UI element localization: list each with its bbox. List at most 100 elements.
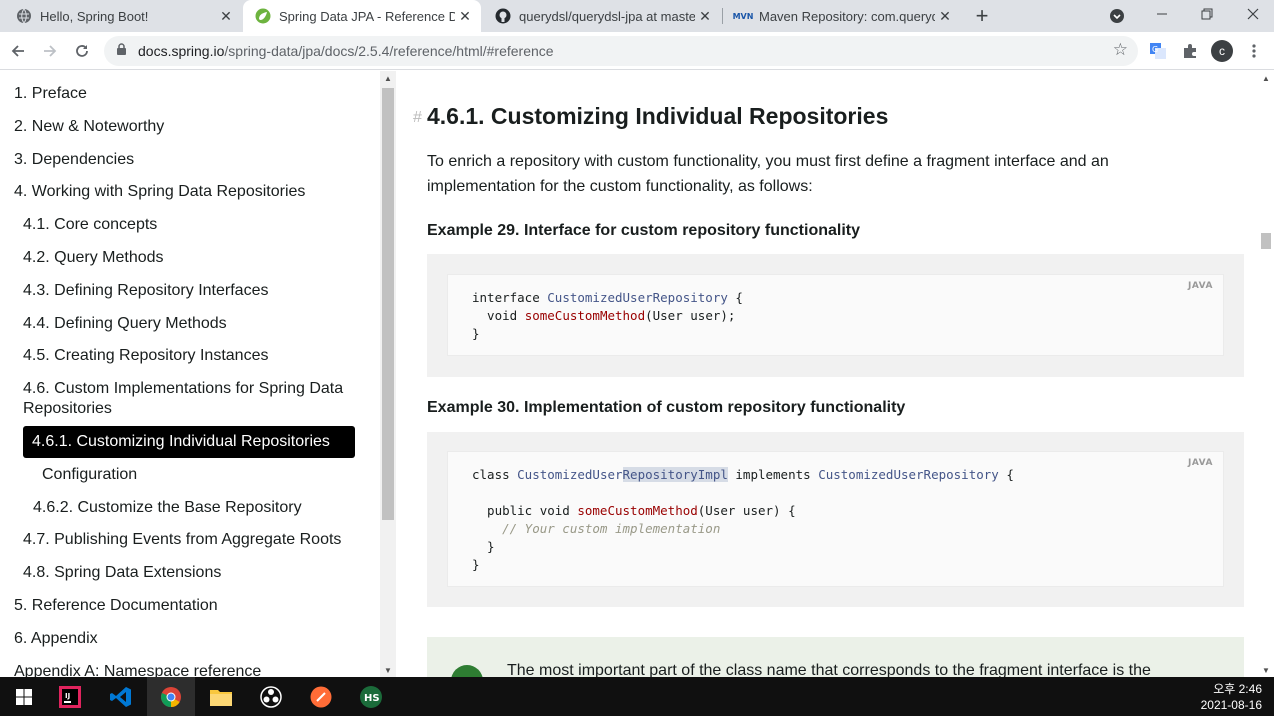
- main-content: # 4.6.1. Customizing Individual Reposito…: [396, 71, 1258, 677]
- vscode-icon[interactable]: [97, 677, 145, 716]
- admonition-text: The most important part of the class nam…: [507, 662, 1151, 677]
- windows-taskbar: IJ HS 오후 2:46 2021-08-16: [0, 677, 1274, 716]
- toc-item-defining-query-methods[interactable]: 4.4. Defining Query Methods: [23, 314, 227, 334]
- intellij-icon[interactable]: IJ: [46, 677, 94, 716]
- toc-item-preface[interactable]: 1. Preface: [14, 84, 87, 104]
- toc-item-customizing-individual-active[interactable]: 4.6.1. Customizing Individual Repositori…: [23, 426, 355, 458]
- obs-icon[interactable]: [247, 677, 295, 716]
- close-icon[interactable]: ✕: [455, 6, 475, 26]
- forward-icon[interactable]: [36, 37, 64, 65]
- extensions-icon[interactable]: [1176, 37, 1204, 65]
- toc-item-query-methods[interactable]: 4.2. Query Methods: [23, 248, 164, 268]
- tab-title: querydsl/querydsl-jpa at master: [519, 8, 695, 24]
- postman-icon[interactable]: [297, 677, 345, 716]
- toc-item-working-with-repos[interactable]: 4. Working with Spring Data Repositories: [14, 182, 305, 202]
- toc-item-custom-implementations-cont[interactable]: Repositories: [23, 399, 112, 419]
- scroll-down-arrow-icon[interactable]: ▼: [384, 666, 392, 675]
- svg-text:IJ: IJ: [65, 692, 70, 700]
- tab-hello-spring-boot[interactable]: Hello, Spring Boot! ✕: [4, 0, 242, 32]
- toc-item-custom-implementations[interactable]: 4.6. Custom Implementations for Spring D…: [23, 379, 343, 399]
- code-line: interface CustomizedUserRepository {: [472, 290, 743, 305]
- mvn-icon: MVN: [732, 11, 754, 21]
- example-30-title: Example 30. Implementation of custom rep…: [427, 399, 906, 416]
- code-line: }: [472, 326, 480, 341]
- tab-bar: Hello, Spring Boot! ✕ Spring Data JPA - …: [0, 0, 1274, 32]
- toc-item-defining-repo-interfaces[interactable]: 4.3. Defining Repository Interfaces: [23, 281, 268, 301]
- browser-toolbar: docs.spring.io/spring-data/jpa/docs/2.5.…: [0, 32, 1274, 70]
- tip-admonition: The most important part of the class nam…: [427, 637, 1244, 677]
- language-label: JAVA: [1187, 281, 1213, 291]
- anchor-hash-link[interactable]: #: [413, 109, 422, 127]
- sidebar-scrollbar-thumb[interactable]: [382, 88, 394, 520]
- tab-title: Maven Repository: com.queryds: [759, 8, 935, 24]
- text-selection-highlight: RepositoryImpl: [622, 467, 728, 482]
- intro-paragraph-line1: To enrich a repository with custom funct…: [427, 153, 1109, 170]
- toc-item-core-concepts[interactable]: 4.1. Core concepts: [23, 215, 157, 235]
- lock-icon[interactable]: [116, 43, 130, 59]
- new-tab-button[interactable]: +: [968, 2, 996, 30]
- profile-avatar[interactable]: c: [1208, 37, 1236, 65]
- close-icon[interactable]: ✕: [935, 6, 955, 26]
- restore-icon[interactable]: [1193, 0, 1221, 28]
- file-explorer-icon[interactable]: [197, 677, 245, 716]
- svg-text:G: G: [1152, 45, 1158, 54]
- windows-start-icon[interactable]: [0, 677, 48, 716]
- page-scrollbar[interactable]: ▲ ▼: [1258, 71, 1274, 677]
- system-clock[interactable]: 오후 2:46 2021-08-16: [1201, 681, 1262, 713]
- toc-item-publishing-events[interactable]: 4.7. Publishing Events from Aggregate Ro…: [23, 530, 341, 550]
- chrome-icon[interactable]: [147, 677, 195, 716]
- svg-text:HS: HS: [364, 693, 380, 704]
- menu-kebab-icon[interactable]: [1240, 37, 1268, 65]
- code-block[interactable]: JAVA interface CustomizedUserRepository …: [447, 274, 1224, 356]
- code-line: class CustomizedUserRepositoryImpl imple…: [472, 467, 1014, 482]
- language-label: JAVA: [1187, 458, 1213, 468]
- hs-icon[interactable]: HS: [347, 677, 395, 716]
- toc-item-dependencies[interactable]: 3. Dependencies: [14, 150, 134, 170]
- back-icon[interactable]: [4, 37, 32, 65]
- tab-title: Hello, Spring Boot!: [40, 8, 149, 24]
- sidebar-scrollbar[interactable]: ▲ ▼: [380, 71, 396, 677]
- toc-item-spring-data-extensions[interactable]: 4.8. Spring Data Extensions: [23, 563, 221, 583]
- toc-item-appendix[interactable]: 6. Appendix: [14, 629, 98, 649]
- code-line: }: [472, 557, 480, 572]
- tab-spring-data-jpa[interactable]: Spring Data JPA - Reference Do ✕: [243, 0, 481, 32]
- bookmark-star-icon[interactable]: ☆: [1113, 40, 1128, 60]
- code-line: }: [472, 539, 495, 554]
- tab-title: Spring Data JPA - Reference Do: [279, 8, 455, 24]
- close-icon[interactable]: ✕: [695, 6, 715, 26]
- intro-paragraph-line2: implementation for the custom functional…: [427, 178, 813, 195]
- scroll-up-arrow-icon[interactable]: ▲: [384, 74, 392, 83]
- globe-icon: [16, 8, 32, 24]
- section-heading: 4.6.1. Customizing Individual Repositori…: [427, 103, 889, 129]
- example-29-title: Example 29. Interface for custom reposit…: [427, 222, 860, 239]
- minimize-icon[interactable]: [1148, 0, 1176, 28]
- toc-item-reference-documentation[interactable]: 5. Reference Documentation: [14, 596, 218, 616]
- code-line: void someCustomMethod(User user);: [472, 308, 736, 323]
- clock-date: 2021-08-16: [1200, 698, 1262, 712]
- tab-querydsl-github[interactable]: querydsl/querydsl-jpa at master ✕: [483, 0, 721, 32]
- toc-item-configuration[interactable]: Configuration: [42, 465, 137, 485]
- toc-item-namespace-reference[interactable]: Appendix A: Namespace reference: [14, 662, 261, 677]
- close-window-icon[interactable]: [1239, 0, 1267, 28]
- example-30-block: JAVA class CustomizedUserRepositoryImpl …: [427, 432, 1244, 607]
- tab-search-dropdown-icon[interactable]: [1103, 2, 1131, 30]
- scroll-down-arrow-icon[interactable]: ▼: [1262, 666, 1270, 675]
- example-29-block: JAVA interface CustomizedUserRepository …: [427, 254, 1244, 377]
- toc-item-creating-repo-instances[interactable]: 4.5. Creating Repository Instances: [23, 346, 268, 366]
- code-block[interactable]: JAVA class CustomizedUserRepositoryImpl …: [447, 451, 1224, 587]
- toc-item-new-noteworthy[interactable]: 2. New & Noteworthy: [14, 117, 164, 137]
- tab-maven-repository[interactable]: MVN Maven Repository: com.queryds ✕: [723, 0, 961, 32]
- spring-leaf-icon: [255, 8, 271, 24]
- github-icon: [495, 8, 511, 24]
- toc-item-customize-base-repo[interactable]: 4.6.2. Customize the Base Repository: [33, 498, 302, 518]
- tip-icon: [451, 665, 483, 677]
- page-scrollbar-thumb[interactable]: [1261, 233, 1271, 249]
- code-line: public void someCustomMethod(User user) …: [472, 503, 796, 518]
- address-bar[interactable]: docs.spring.io/spring-data/jpa/docs/2.5.…: [104, 36, 1138, 66]
- clock-time: 오후 2:46: [1213, 682, 1262, 696]
- scroll-up-arrow-icon[interactable]: ▲: [1262, 74, 1270, 83]
- reload-icon[interactable]: [68, 37, 96, 65]
- close-icon[interactable]: ✕: [216, 6, 236, 26]
- toc-sidebar: 1. Preface 2. New & Noteworthy 3. Depend…: [0, 71, 380, 677]
- translate-icon[interactable]: G: [1144, 37, 1172, 65]
